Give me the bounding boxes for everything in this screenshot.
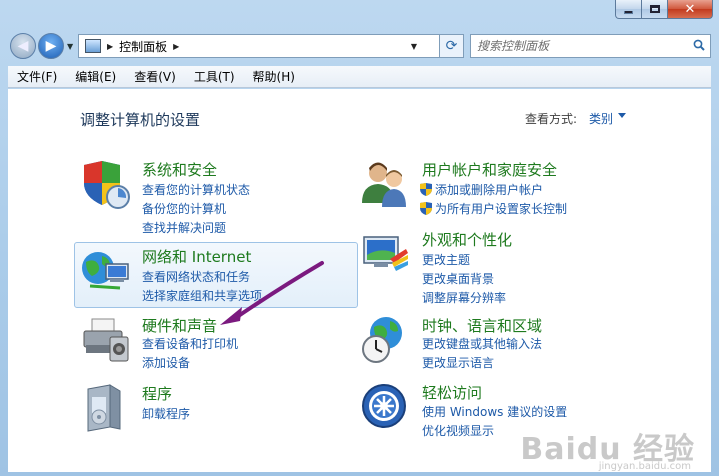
page-title: 调整计算机的设置	[80, 111, 201, 129]
category-title[interactable]: 外观和个性化	[422, 229, 512, 250]
annotation-arrow-icon	[220, 261, 324, 325]
breadcrumb-separator-icon[interactable]: ▶	[107, 42, 113, 51]
category-link[interactable]: 查看您的计算机状态	[142, 181, 250, 198]
category-title[interactable]: 程序	[142, 383, 172, 404]
uac-shield-icon	[420, 183, 432, 196]
back-arrow-icon: ◀	[17, 38, 29, 54]
ease-of-access-icon	[362, 384, 406, 428]
back-button[interactable]: ◀	[10, 33, 36, 59]
security-shield-icon	[84, 161, 130, 209]
category-link[interactable]: 备份您的计算机	[142, 200, 226, 217]
category-link-text[interactable]: 添加或删除用户帐户	[435, 183, 543, 197]
category-link[interactable]: 更改桌面背景	[422, 270, 494, 287]
forward-arrow-icon: ▶	[45, 38, 57, 54]
view-by-dropdown[interactable]: 类别	[589, 110, 613, 127]
category-link[interactable]: 添加设备	[142, 354, 190, 371]
clock-globe-icon	[362, 317, 402, 363]
minimize-button[interactable]	[615, 0, 642, 19]
maximize-icon	[649, 5, 660, 13]
view-by-label: 查看方式:	[525, 112, 578, 126]
category-link[interactable]: 调整屏幕分辨率	[422, 289, 506, 306]
category-link[interactable]: 使用 Windows 建议的设置	[422, 403, 567, 420]
category-title[interactable]: 轻松访问	[422, 382, 482, 403]
address-bar[interactable]: ▶ 控制面板 ▶ ▼	[78, 34, 440, 58]
refresh-button[interactable]: ⟳	[440, 34, 464, 58]
navigation-bar: ◀ ▶ ▼ ▶ 控制面板 ▶ ▼ ⟳	[8, 30, 711, 60]
recent-pages-dropdown[interactable]: ▼	[67, 42, 73, 51]
category-title[interactable]: 用户帐户和家庭安全	[422, 159, 557, 180]
menu-edit[interactable]: 编辑(E)	[66, 68, 125, 85]
category-title[interactable]: 系统和安全	[142, 159, 217, 180]
category-link[interactable]: 添加或删除用户帐户	[420, 181, 543, 198]
menu-bar: 文件(F) 编辑(E) 查看(V) 工具(T) 帮助(H)	[8, 66, 711, 88]
control-panel-icon	[85, 39, 101, 53]
category-link[interactable]: 卸载程序	[142, 405, 190, 422]
refresh-icon: ⟳	[445, 38, 458, 54]
appearance-monitor-icon	[363, 236, 408, 271]
category-link[interactable]: 更改键盘或其他输入法	[422, 335, 542, 352]
search-input[interactable]	[471, 39, 681, 53]
window-controls: ✕	[615, 0, 713, 19]
forward-button[interactable]: ▶	[38, 33, 64, 59]
category-title[interactable]: 时钟、语言和区域	[422, 315, 542, 336]
close-icon: ✕	[684, 1, 696, 17]
users-icon	[362, 162, 406, 207]
view-by-caret-icon[interactable]	[618, 113, 626, 118]
search-icon[interactable]	[693, 39, 705, 51]
category-link[interactable]: 查找并解决问题	[142, 219, 226, 236]
category-link[interactable]: 查看设备和打印机	[142, 335, 238, 352]
address-dropdown-icon[interactable]: ▼	[411, 42, 417, 51]
menu-view[interactable]: 查看(V)	[125, 68, 185, 85]
maximize-button[interactable]	[642, 0, 668, 19]
category-title[interactable]: 硬件和声音	[142, 315, 217, 336]
content-pane: 调整计算机的设置 查看方式: 类别 系统和安全 查看您的计算机状态 备份您的计算…	[8, 89, 711, 472]
category-link[interactable]: 更改显示语言	[422, 354, 494, 371]
close-button[interactable]: ✕	[668, 0, 713, 19]
search-box[interactable]	[470, 34, 711, 58]
network-globe-icon	[82, 252, 129, 290]
menu-tools[interactable]: 工具(T)	[185, 68, 244, 85]
breadcrumb-control-panel[interactable]: 控制面板	[119, 38, 167, 55]
uac-shield-icon	[420, 202, 432, 215]
category-link[interactable]: 优化视频显示	[422, 422, 494, 439]
minimize-icon	[624, 10, 633, 14]
programs-icon	[87, 384, 121, 432]
printer-icon	[83, 318, 129, 362]
menu-file[interactable]: 文件(F)	[8, 68, 66, 85]
category-link-text[interactable]: 为所有用户设置家长控制	[435, 202, 567, 216]
baidu-watermark-url: jingyan.baidu.com	[598, 461, 691, 472]
category-link[interactable]: 为所有用户设置家长控制	[420, 200, 567, 217]
category-link[interactable]: 更改主题	[422, 251, 470, 268]
menu-help[interactable]: 帮助(H)	[244, 68, 304, 85]
breadcrumb-separator-icon[interactable]: ▶	[173, 42, 179, 51]
